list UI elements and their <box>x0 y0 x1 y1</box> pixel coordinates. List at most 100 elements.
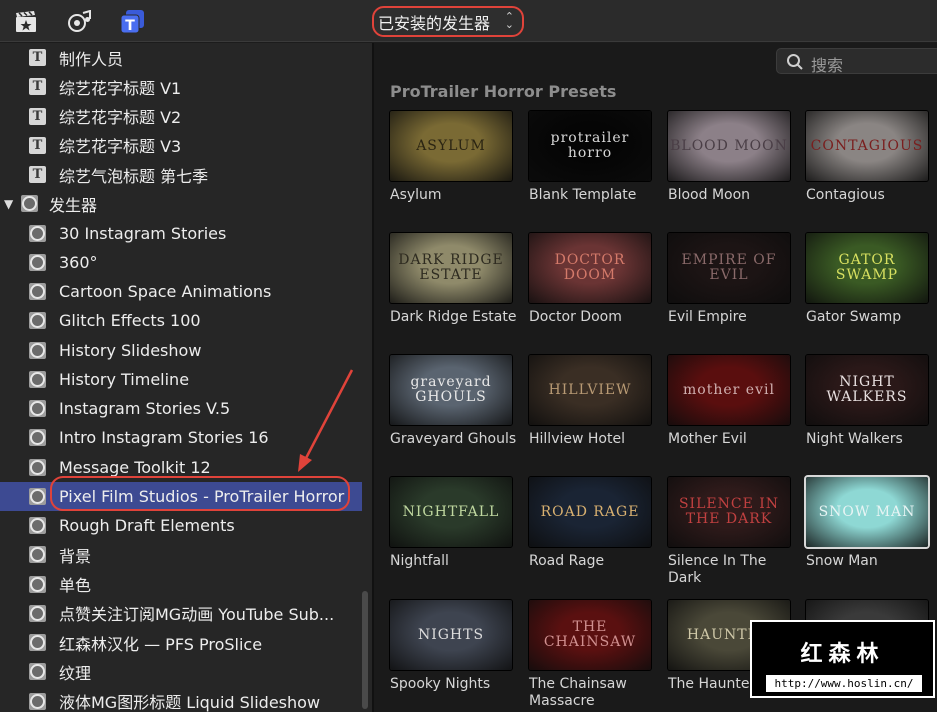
preset-thumbnail[interactable]: DOCTOR DOOM <box>529 233 651 303</box>
preset-thumbnail[interactable]: THE CHAINSAW <box>529 600 651 670</box>
preset-thumbnail[interactable]: ROAD RAGE <box>529 477 651 547</box>
sidebar-item-label: Cartoon Space Animations <box>59 282 272 301</box>
generator-icon <box>29 663 46 681</box>
sidebar-item-label: History Slideshow <box>59 340 202 360</box>
preset-name: Hillview Hotel <box>529 431 625 447</box>
annotation-arrow-icon <box>298 369 354 472</box>
preset-name: Night Walkers <box>806 431 903 447</box>
sidebar-item-label: History Timeline <box>59 369 190 389</box>
sidebar-item[interactable]: 红森林汉化 — PFS ProSlice <box>0 628 362 657</box>
watermark-url: http://www.hoslin.cn/ <box>766 675 922 692</box>
preset-thumbnail[interactable]: NIGHT WALKERS <box>806 355 928 425</box>
preset-name: Doctor Doom <box>529 309 622 325</box>
sidebar-item[interactable]: 综艺花字标题 V2 <box>0 102 362 131</box>
preset-thumbnail[interactable]: CONTAGIOUS <box>806 111 928 181</box>
sidebar-item-label: 360° <box>59 252 98 272</box>
preset-thumbnail[interactable]: protrailer horro <box>529 111 651 181</box>
thumbnail-title-text: DOCTOR DOOM <box>554 252 626 283</box>
titles-generators-icon[interactable]: T <box>120 9 146 35</box>
thumbnail-title-text: NIGHTFALL <box>402 503 500 520</box>
preset-thumbnail[interactable]: ASYLUM <box>390 111 512 181</box>
sidebar-item[interactable]: 30 Instagram Stories <box>0 219 362 248</box>
sidebar-item-label: Glitch Effects 100 <box>59 311 201 331</box>
sidebar-item[interactable]: 综艺花字标题 V1 <box>0 72 362 101</box>
thumbnail-title-text: THE CHAINSAW <box>543 619 637 650</box>
sidebar-item[interactable]: 纹理 <box>0 657 362 686</box>
generator-icon <box>29 400 46 417</box>
title-icon <box>29 166 46 183</box>
generator-browser: 搜索 ProTrailer Horror Presets ASYLUM Asylu… <box>374 43 937 712</box>
generator-icon <box>29 341 46 359</box>
sidebar-item-label: 制作人员 <box>59 49 124 69</box>
sidebar-item[interactable]: Cartoon Space Animations <box>0 277 362 306</box>
preset-name: Graveyard Ghouls <box>390 431 517 447</box>
generator-icon <box>29 517 46 534</box>
sidebar-item-label: Instagram Stories V.5 <box>59 399 231 418</box>
preset-thumbnail[interactable]: BLOOD MOON <box>668 111 790 181</box>
sidebar-item-label: 发生器 <box>49 195 98 215</box>
preset-name: Blank Template <box>529 187 637 203</box>
sidebar-item-label: 综艺气泡标题 第七季 <box>59 166 209 186</box>
preset-thumbnail[interactable]: DARK RIDGE ESTATE <box>390 233 512 303</box>
watermark-logo: 红森林 http://www.hoslin.cn/ <box>750 620 935 698</box>
generator-icon <box>29 575 46 593</box>
preset-thumbnail[interactable]: EMPIRE OF EVIL <box>668 233 790 303</box>
preset-thumbnail[interactable]: NIGHTS <box>390 600 512 670</box>
preset-thumbnail[interactable]: HILLVIEW <box>529 355 651 425</box>
generator-icon <box>29 370 46 388</box>
preset-thumbnail[interactable]: SNOW MAN <box>806 477 928 547</box>
title-icon <box>29 136 46 154</box>
preset-name: Gator Swamp <box>806 309 902 325</box>
sidebar-group-generators[interactable]: ▼ 发生器 <box>0 189 362 218</box>
sidebar-item[interactable]: 制作人员 <box>0 43 362 72</box>
title-icon <box>29 78 46 96</box>
popup-label: 已安装的发生器 <box>378 13 491 33</box>
generator-icon <box>29 487 46 505</box>
preset-thumbnail[interactable]: graveyard GHOULS <box>390 355 512 425</box>
search-field[interactable]: 搜索 <box>776 48 937 75</box>
preset-thumbnail[interactable]: GATOR SWAMP <box>806 233 928 303</box>
thumbnail-title-text: GATOR SWAMP <box>835 252 899 283</box>
preset-thumbnail[interactable]: NIGHTFALL <box>390 477 512 547</box>
sidebar-item-label: 红森林汉化 — PFS ProSlice <box>59 634 263 654</box>
sidebar-item[interactable]: 综艺气泡标题 第七季 <box>0 160 362 189</box>
sidebar-item[interactable]: 液体MG图形标题 Liquid Slideshow <box>0 687 362 712</box>
sidebar-item-label: 综艺花字标题 V1 <box>59 78 182 98</box>
sidebar-item[interactable]: 背景 <box>0 540 362 569</box>
generator-icon <box>29 253 46 271</box>
sidebar-item[interactable]: Rough Draft Elements <box>0 511 362 540</box>
sidebar-item[interactable]: 单色 <box>0 570 362 599</box>
disclosure-triangle-icon[interactable]: ▼ <box>4 197 13 211</box>
thumbnail-title-text: DARK RIDGE ESTATE <box>398 252 504 283</box>
thumbnail-title-text: protrailer horro <box>550 130 630 161</box>
sidebar-item[interactable]: 综艺花字标题 V3 <box>0 131 362 160</box>
sidebar-scrollbar[interactable] <box>362 591 368 709</box>
preset-thumbnail[interactable]: SILENCE IN THE DARK <box>668 477 790 547</box>
generator-icon <box>29 692 46 710</box>
clapperboard-star-icon[interactable] <box>13 9 39 35</box>
music-photos-icon[interactable] <box>67 9 93 35</box>
sidebar-item[interactable]: Glitch Effects 100 <box>0 306 362 335</box>
generator-icon <box>29 604 46 622</box>
sidebar-item[interactable]: History Slideshow <box>0 336 362 365</box>
final-cut-browser-window: T 已安装的发生器 ⌃⌄ 制作人员综艺花字标题 V1 综艺花字标题 V2 综艺花字标… <box>0 0 937 712</box>
preset-name: Contagious <box>806 187 885 203</box>
sidebar-item-label: 背景 <box>59 546 92 566</box>
title-icon <box>29 107 46 125</box>
installed-generators-popup[interactable]: 已安装的发生器 ⌃ ⌄ <box>372 6 524 37</box>
generator-icon <box>29 634 46 651</box>
preset-name: Nightfall <box>390 553 449 569</box>
generator-icon <box>29 546 46 564</box>
preset-name: Mother Evil <box>668 431 747 447</box>
sidebar-item-label: 单色 <box>59 576 92 595</box>
generator-icon <box>29 458 46 476</box>
sidebar-item-label: 点赞关注订阅MG动画 YouTube Sub... <box>59 605 335 625</box>
generator-icon <box>21 195 38 213</box>
preset-name: Road Rage <box>529 553 605 569</box>
search-icon <box>786 53 804 75</box>
browser-toolbar: T 已安装的发生器 ⌃ ⌄ <box>0 0 937 42</box>
preset-thumbnail[interactable]: mother evil <box>668 355 790 425</box>
sidebar-item[interactable]: 360° <box>0 248 362 277</box>
sidebar-item[interactable]: 点赞关注订阅MG动画 YouTube Sub... <box>0 599 362 628</box>
thumbnail-title-text: HILLVIEW <box>548 381 632 398</box>
